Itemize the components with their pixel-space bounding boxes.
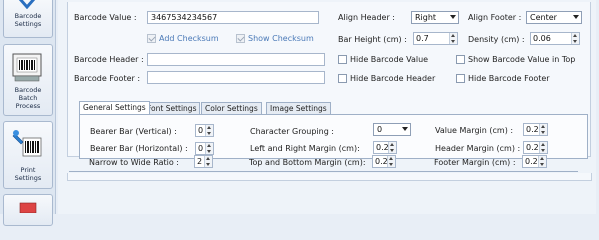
stepper-arrows-icon[interactable] bbox=[538, 156, 546, 167]
narrow-wide-ratio-label: Narrow to Wide Ratio : bbox=[89, 158, 179, 167]
barcode-settings-panel: Barcode Value : 3467534234567 Align Head… bbox=[58, 0, 596, 214]
character-grouping-value: 0 bbox=[377, 125, 383, 134]
hide-barcode-footer-checkbox[interactable] bbox=[456, 74, 465, 83]
stepper-arrows-icon[interactable] bbox=[204, 156, 212, 167]
sidebar-item-batch-process[interactable]: Barcode Batch Process bbox=[3, 44, 53, 116]
show-barcode-value-top-checkbox[interactable] bbox=[456, 55, 465, 64]
settings-frame-bottom bbox=[67, 173, 592, 181]
align-footer-select[interactable]: Center bbox=[526, 11, 582, 24]
barcode-footer-input[interactable] bbox=[147, 71, 325, 84]
stepper-arrows-icon[interactable] bbox=[571, 33, 579, 44]
bearer-bar-vertical-value: 0 bbox=[198, 126, 204, 135]
character-grouping-select[interactable]: 0 bbox=[373, 123, 411, 136]
value-margin-label: Value Margin (cm) : bbox=[435, 126, 514, 135]
bearer-bar-vertical-stepper[interactable]: 0 bbox=[195, 124, 214, 137]
align-footer-value: Center bbox=[530, 13, 557, 22]
left-right-margin-stepper[interactable]: 0.20 bbox=[373, 141, 397, 154]
top-bottom-margin-stepper[interactable]: 0.20 bbox=[372, 155, 396, 168]
sidebar-item-next[interactable] bbox=[3, 194, 53, 226]
left-right-margin-label: Left and Right Margin (cm): bbox=[250, 144, 360, 153]
general-settings-tab-body: Bearer Bar (Vertical) : 0 Bearer Bar (Ho… bbox=[79, 114, 588, 159]
narrow-wide-ratio-value: 2 bbox=[197, 157, 203, 166]
hide-barcode-header-label: Hide Barcode Header bbox=[350, 74, 436, 83]
bar-height-label: Bar Height (cm) : bbox=[338, 35, 407, 44]
add-checksum-label: Add Checksum bbox=[159, 34, 219, 43]
top-bottom-margin-label: Top and Bottom Margin (cm): bbox=[249, 158, 366, 167]
print-settings-icon bbox=[12, 130, 42, 157]
hide-barcode-header-checkbox[interactable] bbox=[338, 74, 347, 83]
sidebar-item-label: Print Settings bbox=[14, 166, 42, 182]
chevron-down-icon bbox=[450, 15, 456, 19]
bearer-bar-vertical-label: Bearer Bar (Vertical) : bbox=[90, 127, 177, 136]
hide-barcode-value-checkbox[interactable] bbox=[338, 55, 347, 64]
barcode-value-input[interactable]: 3467534234567 bbox=[147, 11, 319, 24]
density-stepper[interactable]: 0.06 bbox=[530, 32, 580, 45]
stepper-arrows-icon[interactable] bbox=[539, 124, 547, 135]
bearer-bar-horizontal-label: Bearer Bar (Horizontal) : bbox=[90, 144, 188, 153]
align-header-select[interactable]: Right bbox=[411, 11, 459, 24]
barcode-header-label: Barcode Header : bbox=[74, 55, 144, 64]
barcode-footer-label: Barcode Footer : bbox=[74, 74, 141, 83]
barcode-header-input[interactable] bbox=[147, 53, 325, 66]
bar-height-value: 0.7 bbox=[416, 34, 429, 43]
stepper-arrows-icon[interactable] bbox=[539, 142, 547, 153]
show-barcode-value-top-label: Show Barcode Value in Top bbox=[468, 55, 576, 64]
bearer-bar-horizontal-stepper[interactable]: 0 bbox=[195, 142, 214, 155]
header-margin-label: Header Margin (cm) : bbox=[435, 144, 521, 153]
barcode-value-label: Barcode Value : bbox=[74, 13, 137, 22]
tab-color-settings[interactable]: Color Settings bbox=[201, 102, 262, 114]
stepper-arrows-icon[interactable] bbox=[388, 142, 396, 153]
header-margin-stepper[interactable]: 0.20 bbox=[523, 141, 548, 154]
align-header-value: Right bbox=[415, 13, 437, 22]
sidebar-item-print-settings[interactable]: Print Settings bbox=[3, 121, 53, 189]
bearer-bar-horizontal-value: 0 bbox=[198, 144, 204, 153]
tab-font-settings[interactable]: Font Settings bbox=[143, 102, 201, 114]
barcode-settings-icon bbox=[18, 0, 36, 9]
tab-body-bottom-edge bbox=[69, 171, 578, 172]
tab-general-settings[interactable]: General Settings bbox=[79, 101, 150, 114]
hide-barcode-value-label: Hide Barcode Value bbox=[350, 55, 429, 64]
character-grouping-label: Character Grouping : bbox=[250, 127, 335, 136]
footer-margin-stepper[interactable]: 0.20 bbox=[522, 155, 547, 168]
narrow-wide-ratio-stepper[interactable]: 2 bbox=[194, 155, 213, 168]
chevron-down-icon bbox=[573, 15, 579, 19]
chevron-down-icon bbox=[402, 127, 408, 131]
stepper-arrows-icon[interactable] bbox=[205, 143, 213, 154]
align-footer-label: Align Footer : bbox=[468, 13, 522, 22]
stepper-arrows-icon[interactable] bbox=[449, 33, 457, 44]
density-label: Density (cm) : bbox=[468, 35, 525, 44]
sidebar-item-barcode-settings[interactable]: Barcode Settings bbox=[3, 0, 53, 38]
align-header-label: Align Header : bbox=[338, 13, 395, 22]
stepper-arrows-icon[interactable] bbox=[387, 156, 395, 167]
sidebar: Barcode Settings Barcode Batch Process P… bbox=[0, 0, 56, 226]
density-value: 0.06 bbox=[533, 34, 551, 43]
value-margin-stepper[interactable]: 0.20 bbox=[523, 123, 548, 136]
settings-frame: Barcode Value : 3467534234567 Align Head… bbox=[67, 2, 591, 159]
batch-process-icon bbox=[12, 53, 42, 82]
show-checksum-checkbox[interactable] bbox=[236, 34, 245, 43]
sidebar-item-label: Barcode Batch Process bbox=[14, 86, 42, 110]
sidebar-next-icon bbox=[19, 202, 37, 213]
tab-image-settings[interactable]: Image Settings bbox=[266, 102, 331, 114]
bar-height-stepper[interactable]: 0.7 bbox=[413, 32, 458, 45]
add-checksum-checkbox[interactable] bbox=[147, 34, 156, 43]
show-checksum-label: Show Checksum bbox=[248, 34, 314, 43]
hide-barcode-footer-label: Hide Barcode Footer bbox=[468, 74, 550, 83]
sidebar-item-label: Barcode Settings bbox=[14, 12, 42, 28]
footer-margin-label: Footer Margin (cm) : bbox=[434, 158, 516, 167]
stepper-arrows-icon[interactable] bbox=[205, 125, 213, 136]
